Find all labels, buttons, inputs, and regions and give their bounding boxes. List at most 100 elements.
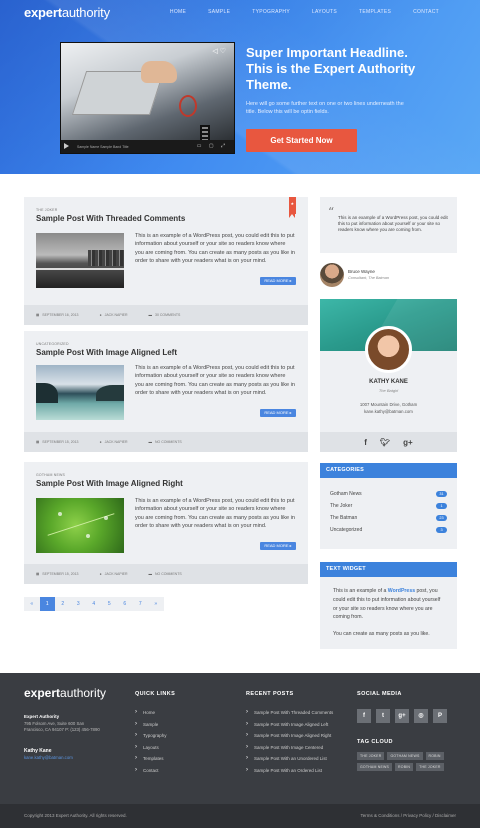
tag[interactable]: GOTHAM NEWS [387, 752, 423, 760]
footer-logo[interactable]: expertauthority [24, 686, 106, 700]
share-icon[interactable]: ◁ ♡ [212, 47, 226, 55]
user-icon: ● [99, 440, 102, 444]
post-title[interactable]: Sample Post With Threaded Comments [36, 214, 296, 223]
social-media-title: SOCIAL MEDIA [357, 691, 402, 697]
page-next[interactable]: » [148, 597, 164, 611]
nav-contact[interactable]: CONTACT [402, 9, 450, 15]
post-title[interactable]: Sample Post With Image Aligned Right [36, 479, 296, 488]
comment-icon: ▬ [148, 572, 153, 576]
nav-layouts[interactable]: LAYOUTS [301, 9, 348, 15]
post-image[interactable] [36, 498, 124, 553]
tag[interactable]: ROBIN [395, 763, 414, 771]
nav-sample[interactable]: SAMPLE [197, 9, 241, 15]
post-date: SEPTEMBER 16, 2013 [42, 313, 79, 317]
post-author[interactable]: JACK NAPIER [105, 313, 128, 317]
post-excerpt: This is an example of a WordPress post, … [135, 365, 295, 396]
post-excerpt: This is an example of a WordPress post, … [135, 498, 295, 529]
post-category[interactable]: UNCATEGORIZED [36, 342, 296, 346]
twitter-icon[interactable]: t [376, 709, 390, 723]
site-logo[interactable]: expertauthority [24, 5, 110, 20]
category-item[interactable]: Gotham News 31 [330, 491, 447, 503]
footer-person: Kathy Kane [24, 748, 52, 754]
read-more-button[interactable]: READ MORE ▸ [260, 409, 296, 417]
play-icon[interactable] [64, 143, 69, 149]
post-author[interactable]: JACK NAPIER [105, 572, 128, 576]
post-title[interactable]: Sample Post With Image Aligned Left [36, 348, 296, 357]
volume-slider[interactable] [200, 125, 210, 141]
facebook-icon[interactable]: f [364, 438, 367, 447]
nav-typography[interactable]: TYPOGRAPHY [241, 9, 301, 15]
instagram-icon[interactable]: ◎ [414, 709, 428, 723]
page-5[interactable]: 5 [101, 597, 117, 611]
page-prev[interactable]: « [24, 597, 40, 611]
fullscreen-icon[interactable]: ▭ ▢ ⤢ [197, 143, 228, 149]
recent-post-link[interactable]: Sample Post With an Unordered List [246, 755, 333, 768]
footer-link[interactable]: Layouts [135, 744, 167, 757]
category-item[interactable]: The Joker 1 [330, 503, 447, 515]
page-4[interactable]: 4 [86, 597, 102, 611]
recent-post-link[interactable]: Sample Post With Image Centered [246, 744, 333, 757]
widget-title: CATEGORIES [320, 463, 457, 478]
read-more-button[interactable]: READ MORE ▸ [260, 542, 296, 550]
post-comments[interactable]: 30 COMMENTS [155, 313, 180, 317]
post-comments[interactable]: NO COMMENTS [155, 572, 182, 576]
profile-role: The Batgirl [378, 388, 399, 393]
tag[interactable]: GOTHAM NEWS [357, 763, 393, 771]
tag[interactable]: ROBIN [425, 752, 444, 760]
category-item[interactable]: The Batman 23 [330, 515, 447, 527]
post-card: UNCATEGORIZED Sample Post With Image Ali… [24, 331, 308, 452]
pinterest-icon[interactable]: P [433, 709, 447, 723]
post-comments[interactable]: NO COMMENTS [155, 440, 182, 444]
author-role: Consultant, The Batman [348, 276, 389, 280]
post-image[interactable] [36, 233, 124, 288]
recent-post-link[interactable]: Sample Post With Image Aligned Right [246, 732, 333, 745]
page-7[interactable]: 7 [132, 597, 148, 611]
page-6[interactable]: 6 [117, 597, 133, 611]
nav-templates[interactable]: TEMPLATES [348, 9, 402, 15]
count-badge: 3 [436, 527, 447, 533]
comment-icon: ▬ [148, 313, 153, 317]
recent-post-link[interactable]: Sample Post With Threaded Comments [246, 709, 333, 722]
footer-link[interactable]: Sample [135, 721, 167, 734]
post-meta: ▦ SEPTEMBER 15, 2013 ● JACK NAPIER ▬ NO … [24, 432, 308, 452]
read-more-button[interactable]: READ MORE ▸ [260, 277, 296, 285]
footer-link[interactable]: Home [135, 709, 167, 722]
count-badge: 31 [436, 491, 447, 497]
post-category[interactable]: GOTHAM NEWS [36, 473, 296, 477]
profile-social: f 🐦︎ g+ [320, 432, 457, 452]
recent-posts-list: Sample Post With Threaded Comments Sampl… [246, 709, 333, 780]
page-3[interactable]: 3 [70, 597, 86, 611]
post-date: SEPTEMBER 15, 2013 [42, 572, 79, 576]
footer-link[interactable]: Typography [135, 732, 167, 745]
page-2[interactable]: 2 [55, 597, 71, 611]
recent-post-link[interactable]: Sample Post With Image Aligned Left [246, 721, 333, 734]
user-icon: ● [99, 313, 102, 317]
count-badge: 1 [436, 503, 447, 509]
twitter-icon[interactable]: 🐦︎ [380, 438, 390, 447]
recent-post-link[interactable]: Sample Post With an Ordered List [246, 767, 333, 780]
testimonial-author: Bruce Wayne Consultant, The Batman [320, 263, 457, 289]
footer-email[interactable]: kane.kathy@batman.com [24, 755, 73, 760]
footer-link[interactable]: Templates [135, 755, 167, 768]
page-1[interactable]: 1 [39, 597, 55, 611]
tag[interactable]: THE JOKER [416, 763, 444, 771]
get-started-button[interactable]: Get Started Now [246, 129, 357, 152]
video-player[interactable]: ◁ ♡ Sample Name Sample Band Title ▭ ▢ ⤢ [60, 42, 235, 154]
google-plus-icon[interactable]: g+ [395, 709, 409, 723]
post-category[interactable]: THE JOKER [36, 208, 296, 212]
profile-widget: KATHY KANE The Batgirl 1007 Mountain Dri… [320, 299, 457, 452]
post-excerpt: This is an example of a WordPress post, … [135, 233, 295, 264]
wordpress-link[interactable]: WordPress [388, 588, 415, 594]
nav-home[interactable]: HOME [159, 9, 197, 15]
post-author[interactable]: JACK NAPIER [105, 440, 128, 444]
tag[interactable]: THE JOKER [357, 752, 385, 760]
profile-email[interactable]: kane.kathy@batman.com [320, 409, 457, 416]
hero-section: expertauthority HOME SAMPLE TYPOGRAPHY L… [0, 0, 480, 174]
google-plus-icon[interactable]: g+ [403, 438, 413, 447]
footer-link[interactable]: Contact [135, 767, 167, 780]
facebook-icon[interactable]: f [357, 709, 371, 723]
legal-links[interactable]: Terms & Conditions / Privacy Policy / Di… [360, 813, 456, 818]
category-item[interactable]: Uncategorized 3 [330, 527, 447, 539]
post-date: SEPTEMBER 15, 2013 [42, 440, 79, 444]
post-image[interactable] [36, 365, 124, 420]
